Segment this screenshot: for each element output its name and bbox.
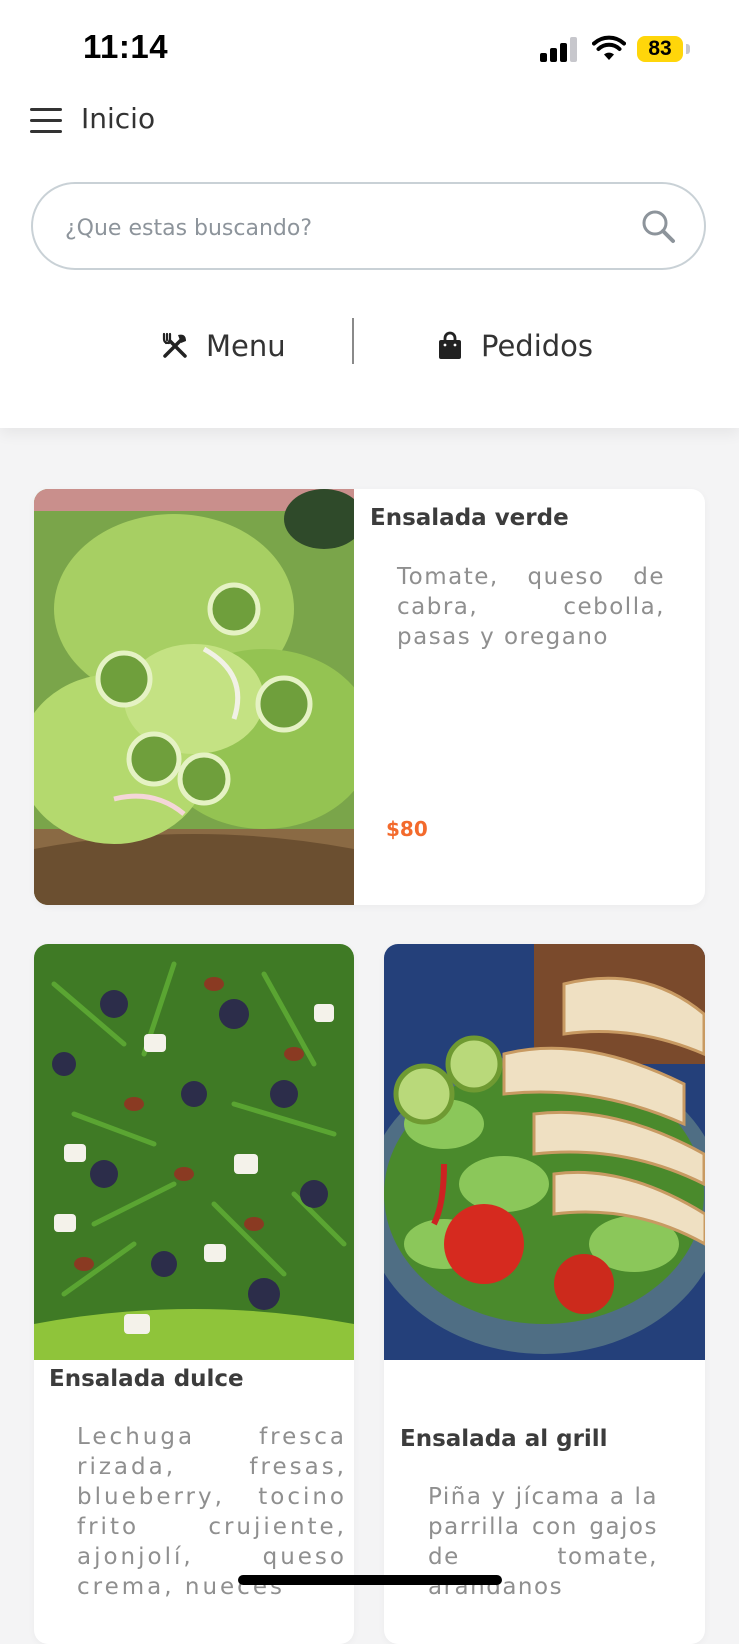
fork-knife-icon: [162, 332, 187, 358]
home-indicator[interactable]: [238, 1575, 502, 1585]
section-tabs: Menu Pedidos: [0, 316, 739, 376]
cellular-signal-icon: [540, 36, 578, 62]
page-title: Inicio: [81, 102, 156, 135]
battery-icon: 83: [637, 36, 683, 62]
product-name: Ensalada dulce: [49, 1366, 244, 1392]
battery-tip: [686, 44, 690, 54]
search-bar[interactable]: [31, 182, 706, 270]
sweet-salad-photo: [34, 944, 354, 1360]
tab-orders-label: Pedidos: [481, 329, 594, 363]
product-description: Tomate, queso de cabra, cebolla, pasas y…: [397, 564, 665, 650]
top-bar: 11:14 83 Inicio ¿Que estas buscando? Men…: [0, 0, 739, 428]
grilled-chicken-salad-photo: [384, 944, 705, 1360]
battery-level: 83: [648, 37, 672, 60]
tab-menu[interactable]: Menu: [160, 316, 286, 376]
tab-orders[interactable]: Pedidos: [435, 316, 593, 376]
shopping-bag-icon: [439, 331, 461, 359]
product-price: $80: [386, 817, 428, 841]
product-card[interactable]: Ensalada dulce Lechuga fresca rizada, fr…: [34, 944, 354, 1644]
product-name: Ensalada al grill: [400, 1426, 608, 1452]
tab-menu-label: Menu: [206, 329, 286, 363]
product-card[interactable]: Ensalada al grill Piña y jícama a la par…: [384, 944, 705, 1644]
product-card[interactable]: Ensalada verde Tomate, queso de cabra, c…: [34, 489, 705, 905]
tab-divider: [352, 318, 354, 364]
green-salad-photo: [34, 489, 354, 905]
hamburger-menu-icon[interactable]: [30, 106, 62, 134]
wifi-icon: [592, 35, 626, 60]
search-input[interactable]: [63, 208, 627, 248]
search-icon[interactable]: [640, 208, 678, 246]
status-time: 11:14: [83, 28, 169, 65]
product-name: Ensalada verde: [370, 505, 569, 531]
